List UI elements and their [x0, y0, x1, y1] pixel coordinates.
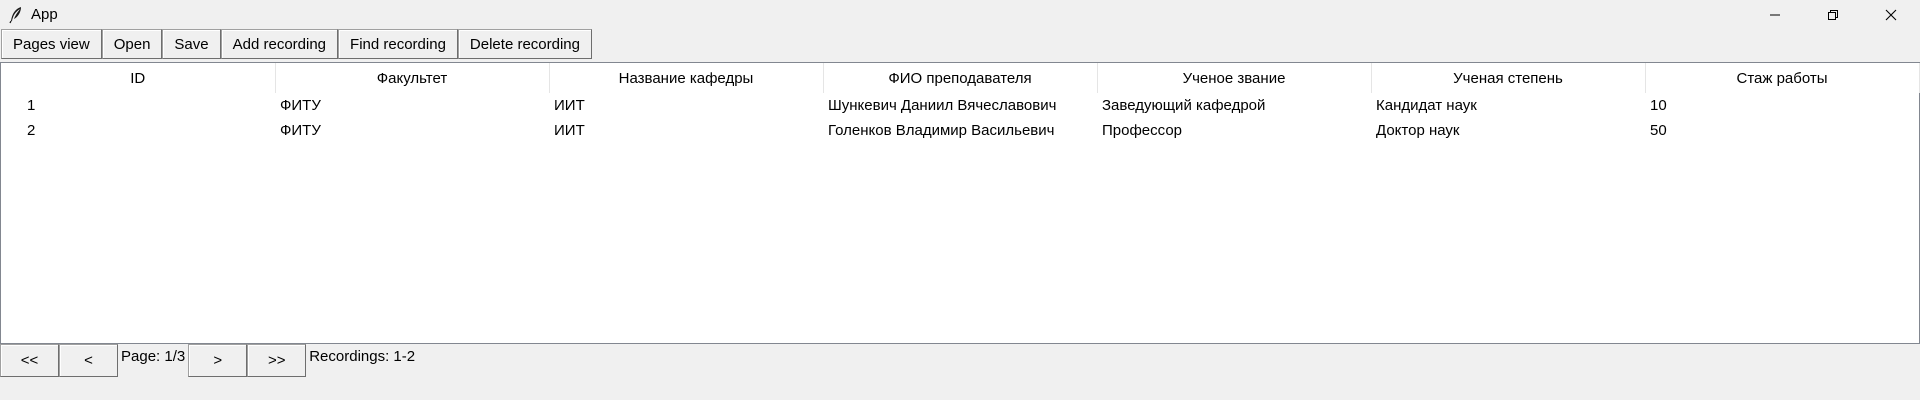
table-cell: Голенков Владимир Васильевич [828, 122, 1055, 139]
table-cell: ФИТУ [280, 122, 321, 139]
column-header-academic-degree[interactable]: Ученая степень [1371, 63, 1646, 93]
previous-page-button[interactable]: < [59, 344, 118, 377]
column-header-academic-title[interactable]: Ученое звание [1097, 63, 1372, 93]
restore-icon [1828, 9, 1838, 20]
table-cell: Профессор [1102, 122, 1183, 139]
records-table[interactable]: ID Факультет Название кафедры ФИО препод… [0, 62, 1920, 344]
table-cell: ИИТ [554, 97, 585, 114]
first-page-button[interactable]: << [0, 344, 59, 377]
column-header-experience[interactable]: Стаж работы [1645, 63, 1920, 93]
pagination-bar: << < Page: 1/3 > >> Recordings: 1-2 [0, 344, 418, 377]
restore-button[interactable] [1804, 0, 1862, 29]
table-cell: ИИТ [554, 122, 585, 139]
page-indicator: Page: 1/3 [121, 348, 186, 365]
table-row[interactable]: 1 ФИТУ ИИТ Шункевич Даниил Вячеславович … [1, 93, 1919, 118]
last-page-button[interactable]: >> [247, 344, 307, 377]
column-header-department[interactable]: Название кафедры [549, 63, 824, 93]
table-row[interactable]: 2 ФИТУ ИИТ Голенков Владимир Васильевич … [1, 118, 1919, 143]
feather-icon [5, 4, 27, 26]
table-cell: Шункевич Даниил Вячеславович [828, 97, 1057, 114]
minimize-button[interactable] [1746, 0, 1804, 29]
column-header-id[interactable]: ID [1, 63, 276, 93]
next-page-button[interactable]: > [188, 344, 248, 377]
table-cell: 50 [1650, 122, 1667, 139]
table-cell: 10 [1650, 97, 1667, 114]
table-cell: Кандидат наук [1376, 97, 1477, 114]
table-cell: 2 [27, 122, 36, 139]
minimize-icon [1770, 14, 1780, 15]
close-button[interactable] [1862, 0, 1920, 29]
window-title: App [31, 6, 58, 23]
close-icon [1885, 9, 1897, 20]
open-button[interactable]: Open [101, 29, 163, 59]
table-cell: Заведующий кафедрой [1102, 97, 1266, 114]
table-cell: Доктор наук [1376, 122, 1460, 139]
toolbar: Pages view Open Save Add recording Find … [1, 29, 592, 61]
save-button[interactable]: Save [162, 29, 221, 59]
table-cell: 1 [27, 97, 36, 114]
find-recording-button[interactable]: Find recording [338, 29, 458, 59]
title-bar: App [0, 0, 1920, 29]
table-cell: ФИТУ [280, 97, 321, 114]
table-header-row: ID Факультет Название кафедры ФИО препод… [1, 63, 1920, 93]
delete-recording-button[interactable]: Delete recording [457, 29, 592, 59]
recordings-range-label: Recordings: 1-2 [309, 348, 416, 365]
column-header-teacher-name[interactable]: ФИО преподавателя [823, 63, 1098, 93]
column-header-faculty[interactable]: Факультет [275, 63, 550, 93]
pages-view-button[interactable]: Pages view [1, 29, 102, 59]
add-recording-button[interactable]: Add recording [220, 29, 339, 59]
